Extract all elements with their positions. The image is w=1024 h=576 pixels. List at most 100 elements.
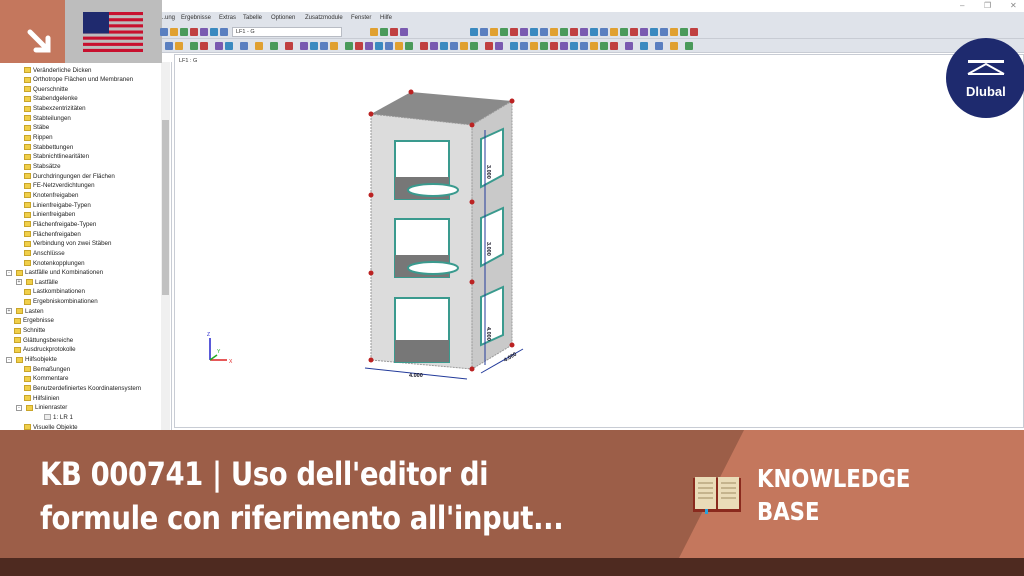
expand-toggle-icon[interactable]: - xyxy=(6,269,12,276)
toolbar-button-icon[interactable] xyxy=(670,42,678,50)
tree-item[interactable]: Ergebniskombinationen xyxy=(24,297,98,307)
toolbar-button-icon[interactable] xyxy=(580,28,588,36)
tree-item[interactable]: + Lasten xyxy=(6,306,44,316)
expand-toggle-icon[interactable]: - xyxy=(6,356,12,363)
toolbar-button-icon[interactable] xyxy=(600,42,608,50)
toolbar-button-icon[interactable] xyxy=(450,42,458,50)
toolbar-button-icon[interactable] xyxy=(355,42,363,50)
toolbar-button-icon[interactable] xyxy=(510,28,518,36)
toolbar-button-icon[interactable] xyxy=(165,42,173,50)
toolbar-button-icon[interactable] xyxy=(200,28,208,36)
loadcase-combo[interactable]: LF1 - G xyxy=(232,27,342,37)
tree-item[interactable]: Anschlüsse xyxy=(24,248,65,258)
toolbar-button-icon[interactable] xyxy=(660,28,668,36)
tree-item[interactable]: - Lastfälle und Kombinationen xyxy=(6,268,103,278)
toolbar-button-icon[interactable] xyxy=(310,42,318,50)
toolbar-button-icon[interactable] xyxy=(590,28,598,36)
toolbar-button-icon[interactable] xyxy=(405,42,413,50)
toolbar-button-icon[interactable] xyxy=(495,42,503,50)
tree-item[interactable]: Benutzerdefiniertes Koordinatensystem xyxy=(24,383,141,393)
toolbar-button-icon[interactable] xyxy=(640,42,648,50)
toolbar-button-icon[interactable] xyxy=(520,42,528,50)
menu-item[interactable]: ...ung xyxy=(160,15,175,21)
tree-item[interactable]: Lastkombinationen xyxy=(24,287,85,297)
tree-item[interactable]: Rippen xyxy=(24,133,53,143)
toolbar-button-icon[interactable] xyxy=(440,42,448,50)
toolbar-button-icon[interactable] xyxy=(190,28,198,36)
tree-item[interactable]: Stabnichtlinearitäten xyxy=(24,152,89,162)
toolbar-button-icon[interactable] xyxy=(690,28,698,36)
toolbar-button-icon[interactable] xyxy=(390,28,398,36)
toolbar-button-icon[interactable] xyxy=(530,28,538,36)
tree-item[interactable]: FE-Netzverdichtungen xyxy=(24,181,95,191)
tree-item[interactable]: Hilfslinien xyxy=(24,393,59,403)
tree-item[interactable]: Stäbe xyxy=(24,123,49,133)
tree-item[interactable]: Stabbettungen xyxy=(24,142,73,152)
tree-item[interactable]: Querschnitte xyxy=(24,84,68,94)
tree-item[interactable]: Flächenfreigaben xyxy=(24,229,81,239)
toolbar-button-icon[interactable] xyxy=(540,42,548,50)
tree-item[interactable]: - Linienraster xyxy=(16,403,67,413)
tree-item[interactable]: Bemaßungen xyxy=(24,364,70,374)
toolbar-button-icon[interactable] xyxy=(400,28,408,36)
toolbar-button-icon[interactable] xyxy=(530,42,538,50)
toolbar-button-icon[interactable] xyxy=(240,42,248,50)
3d-viewport[interactable]: LF1 : G 4.000 4.000 3.000 3.000 4.000 Z … xyxy=(174,54,1024,428)
toolbar-button-icon[interactable] xyxy=(420,42,428,50)
toolbar-button-icon[interactable] xyxy=(485,42,493,50)
toolbar-button-icon[interactable] xyxy=(550,28,558,36)
toolbar-button-icon[interactable] xyxy=(210,28,218,36)
toolbar-button-icon[interactable] xyxy=(300,42,308,50)
menu-item[interactable]: Extras xyxy=(219,15,236,21)
toolbar-button-icon[interactable] xyxy=(650,28,658,36)
tree-item[interactable]: Knotenfreigaben xyxy=(24,190,78,200)
toolbar-button-icon[interactable] xyxy=(655,42,663,50)
toolbar-button-icon[interactable] xyxy=(385,42,393,50)
toolbar-button-icon[interactable] xyxy=(470,42,478,50)
tree-item[interactable]: Visuelle Objekte xyxy=(24,422,78,430)
toolbar-button-icon[interactable] xyxy=(560,28,568,36)
menu-item[interactable]: Optionen xyxy=(271,15,295,21)
tree-item[interactable]: Stabsätze xyxy=(24,162,61,172)
toolbar-button-icon[interactable] xyxy=(375,42,383,50)
toolbar-button-icon[interactable] xyxy=(365,42,373,50)
toolbar-button-icon[interactable] xyxy=(640,28,648,36)
toolbar-button-icon[interactable] xyxy=(560,42,568,50)
toolbar-button-icon[interactable] xyxy=(255,42,263,50)
minimize-button[interactable]: – xyxy=(960,1,964,10)
toolbar-button-icon[interactable] xyxy=(470,28,478,36)
tree-item[interactable]: Durchdringungen der Flächen xyxy=(24,171,115,181)
menu-item[interactable]: Fenster xyxy=(351,15,371,21)
toolbar-button-icon[interactable] xyxy=(480,28,488,36)
toolbar-button-icon[interactable] xyxy=(160,28,168,36)
toolbar-button-icon[interactable] xyxy=(225,42,233,50)
toolbar-button-icon[interactable] xyxy=(215,42,223,50)
tree-item[interactable]: Knotenkopplungen xyxy=(24,258,85,268)
toolbar-button-icon[interactable] xyxy=(620,28,628,36)
toolbar-button-icon[interactable] xyxy=(370,28,378,36)
expand-toggle-icon[interactable]: + xyxy=(16,279,22,286)
toolbar-button-icon[interactable] xyxy=(460,42,468,50)
restore-button[interactable]: ❐ xyxy=(984,1,991,10)
toolbar-button-icon[interactable] xyxy=(570,28,578,36)
toolbar-button-icon[interactable] xyxy=(670,28,678,36)
toolbar-button-icon[interactable] xyxy=(330,42,338,50)
toolbar-button-icon[interactable] xyxy=(180,28,188,36)
tree-item[interactable]: Glättungsbereiche xyxy=(14,335,73,345)
tree-item[interactable]: Stabendgelenke xyxy=(24,94,78,104)
tree-item[interactable]: - Hilfsobjekte xyxy=(6,355,57,365)
tree-item[interactable]: Stabteilungen xyxy=(24,113,71,123)
toolbar-button-icon[interactable] xyxy=(600,28,608,36)
toolbar-button-icon[interactable] xyxy=(175,42,183,50)
toolbar-button-icon[interactable] xyxy=(490,28,498,36)
toolbar-button-icon[interactable] xyxy=(500,28,508,36)
tree-item[interactable]: Verbindung von zwei Stäben xyxy=(24,239,111,249)
toolbar-button-icon[interactable] xyxy=(680,28,688,36)
tree-item[interactable]: Ausdruckprotokolle xyxy=(14,345,76,355)
toolbar-button-icon[interactable] xyxy=(550,42,558,50)
tree-item[interactable]: + Lastfälle xyxy=(16,277,58,287)
tree-item[interactable]: Schnitte xyxy=(14,326,45,336)
toolbar-button-icon[interactable] xyxy=(200,42,208,50)
toolbar-button-icon[interactable] xyxy=(610,42,618,50)
toolbar-button-icon[interactable] xyxy=(570,42,578,50)
